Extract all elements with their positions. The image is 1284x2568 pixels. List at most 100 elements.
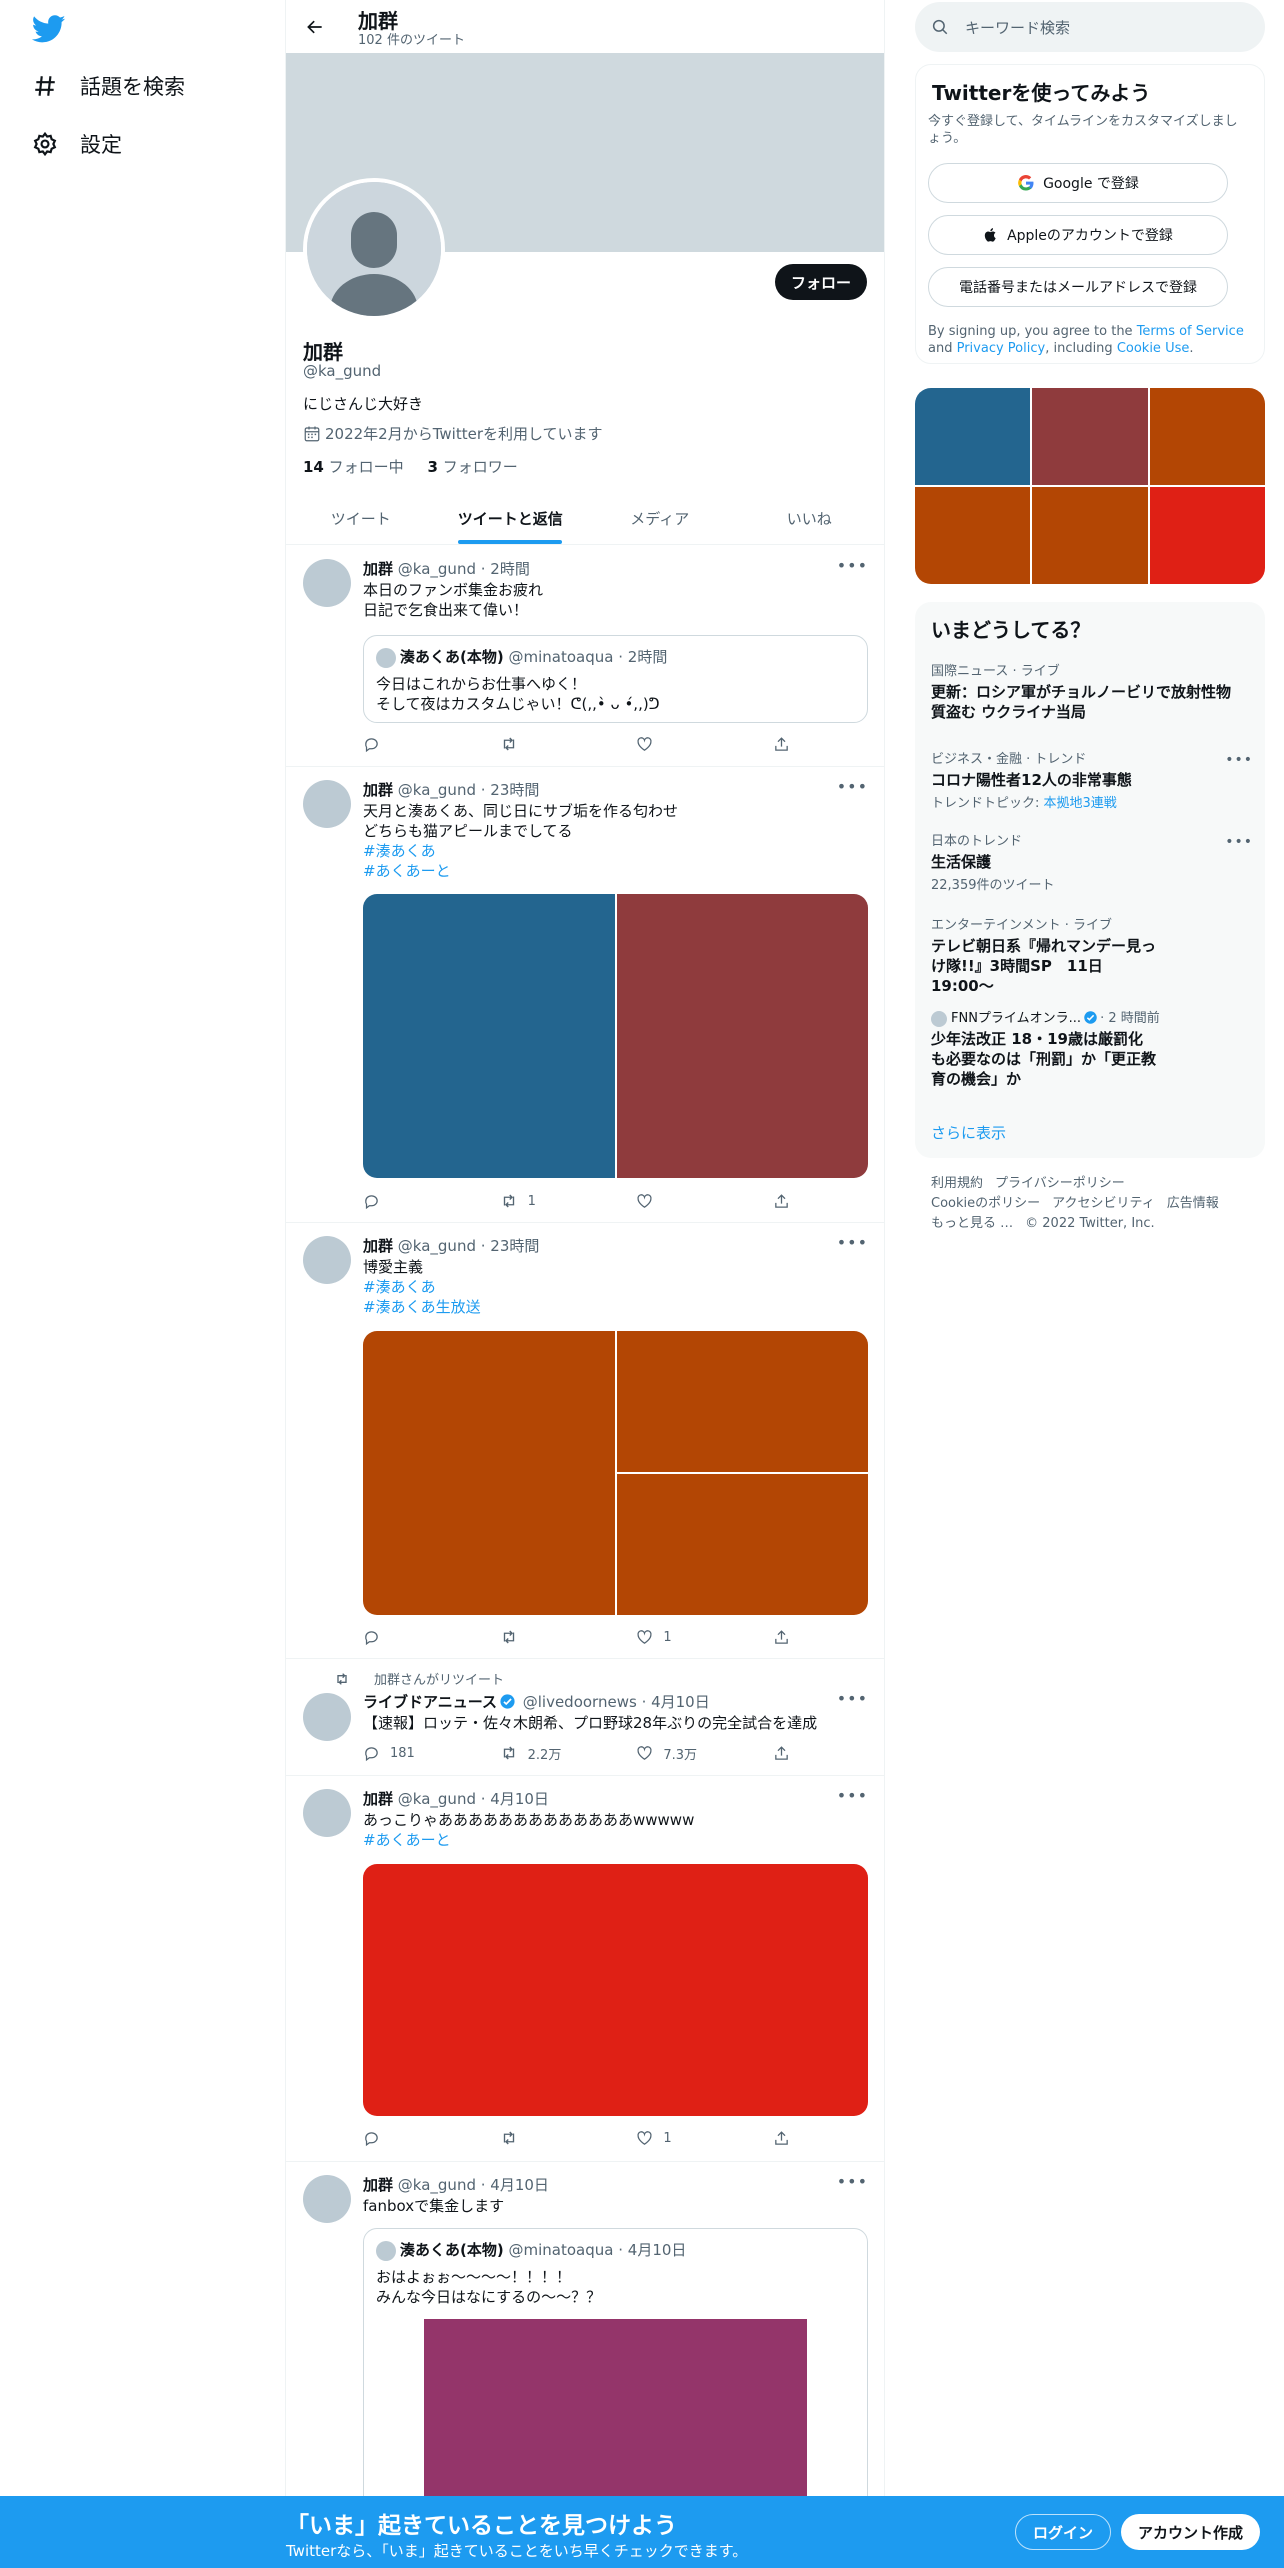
tweet-author[interactable]: ライブドアニュース	[363, 1693, 497, 1711]
retweet-button[interactable]: 2.2万	[500, 1743, 590, 1763]
tweet-media[interactable]	[363, 894, 868, 1178]
footer-link[interactable]: アクセシビリティ	[1052, 1196, 1155, 1211]
more-options-icon[interactable]: •••	[837, 1786, 868, 1805]
trend-item[interactable]: ビジネス・金融 · トレンド コロナ陽性者12人の非常事態 トレンドトピック: …	[931, 752, 1252, 811]
footer-link[interactable]: Cookieのポリシー	[931, 1196, 1040, 1211]
tweet[interactable]: 加群 @ka_gund · 4月10日 ••• あっこりゃあああああああああああ…	[286, 1776, 884, 2162]
trend-item[interactable]: 日本のトレンド 生活保護 22,359件のツイート •••	[931, 834, 1252, 893]
media-grid-image[interactable]	[1032, 487, 1148, 584]
reply-button[interactable]: 181	[363, 1743, 453, 1763]
show-more-link[interactable]: さらに表示	[931, 1122, 1006, 1143]
share-button[interactable]	[773, 1191, 793, 1211]
tweet-avatar[interactable]	[303, 1693, 351, 1741]
media-grid-image[interactable]	[1032, 388, 1148, 485]
footer-link[interactable]: 利用規約	[931, 1176, 983, 1191]
create-account-button[interactable]: アカウント作成	[1121, 2514, 1260, 2550]
terms-link[interactable]: Terms of Service	[1137, 324, 1244, 339]
like-button[interactable]: 1	[636, 2128, 726, 2148]
share-button[interactable]	[773, 1743, 793, 1763]
back-arrow-icon[interactable]	[300, 12, 330, 42]
tweet-avatar[interactable]	[303, 1236, 351, 1284]
media-grid-image[interactable]	[915, 388, 1031, 485]
tab-media[interactable]: メディア	[585, 492, 735, 544]
tweet-time[interactable]: · 4月10日	[642, 1693, 710, 1711]
tweet[interactable]: 加群 @ka_gund · 4月10日 ••• fanboxで集金します 湊あく…	[286, 2162, 884, 2518]
tweet[interactable]: 加群 @ka_gund · 23時間 ••• 天月と湊あくあ、同じ日にサブ垢を作…	[286, 767, 884, 1223]
google-signup-button[interactable]: Google で登録	[928, 163, 1228, 203]
more-options-icon[interactable]: •••	[837, 1233, 868, 1252]
more-options-icon[interactable]: •••	[837, 1689, 868, 1708]
privacy-link[interactable]: Privacy Policy	[957, 341, 1046, 356]
media-grid-image[interactable]	[915, 487, 1031, 584]
share-button[interactable]	[773, 734, 793, 754]
login-button[interactable]: ログイン	[1015, 2514, 1111, 2550]
tweet-time[interactable]: · 4月10日	[481, 2176, 549, 2194]
share-button[interactable]	[773, 1627, 793, 1647]
tweet-author[interactable]: 加群	[363, 1237, 393, 1255]
following-link[interactable]: 14 フォロー中	[303, 458, 404, 476]
like-button[interactable]	[636, 1191, 726, 1211]
tweet-avatar[interactable]	[303, 780, 351, 828]
tweet-time[interactable]: · 2時間	[481, 560, 530, 578]
footer-link[interactable]: もっと見る …	[931, 1216, 1013, 1231]
tab-likes[interactable]: いいね	[735, 492, 885, 544]
retweet-button[interactable]	[500, 734, 590, 754]
search-input[interactable]: キーワード検索	[965, 17, 1070, 38]
quote-tweet[interactable]: 湊あくあ(本物) @minatoaqua · 4月10日 おはよぉぉ〜〜〜〜！！…	[363, 2228, 868, 2518]
more-options-icon[interactable]: •••	[837, 556, 868, 575]
more-options-icon[interactable]: •••	[837, 2172, 868, 2191]
trend-item[interactable]: FNNプライムオンラ... · 2 時間前 少年法改正 18・19歳は厳罰化も必要…	[931, 1010, 1241, 1089]
cookie-link[interactable]: Cookie Use	[1117, 341, 1190, 356]
quote-media-image[interactable]	[424, 2319, 807, 2517]
tweet[interactable]: 加群 @ka_gund · 2時間 ••• 本日のファンボ集金お疲れ 日記で乞食…	[286, 546, 884, 767]
tweet[interactable]: 加群さんがリツイート ライブドアニュース @livedoornews · 4月1…	[286, 1659, 884, 1776]
hashtag-link[interactable]: #あくあーと	[363, 861, 868, 881]
trend-item[interactable]: 国際ニュース · ライブ 更新：ロシア軍がチョルノービリで放射性物質盗む ウクラ…	[931, 664, 1241, 722]
like-button[interactable]	[636, 734, 726, 754]
media-image[interactable]	[363, 1331, 615, 1615]
retweet-context-text[interactable]: 加群さんがリツイート	[374, 1669, 504, 1688]
share-button[interactable]	[773, 2128, 793, 2148]
reply-button[interactable]	[363, 734, 453, 754]
like-button[interactable]: 7.3万	[636, 1743, 726, 1763]
followers-link[interactable]: 3 フォロワー	[428, 458, 518, 476]
retweet-button[interactable]: 1	[500, 1191, 590, 1211]
tweet-avatar[interactable]	[303, 559, 351, 607]
tweet-author[interactable]: 加群	[363, 1790, 393, 1808]
tab-tweets-and-replies[interactable]: ツイートと返信	[436, 492, 586, 544]
footer-link[interactable]: 広告情報	[1167, 1196, 1219, 1211]
tweet-time[interactable]: · 23時間	[481, 1237, 540, 1255]
tab-tweets[interactable]: ツイート	[286, 492, 436, 544]
trend-meta-link[interactable]: 本拠地3連戦	[1044, 796, 1117, 811]
reply-button[interactable]	[363, 2128, 453, 2148]
tweet-author[interactable]: 加群	[363, 560, 393, 578]
profile-avatar[interactable]	[303, 178, 445, 320]
media-image[interactable]	[616, 1474, 868, 1615]
hashtag-link[interactable]: #湊あくあ生放送	[363, 1297, 868, 1317]
reply-button[interactable]	[363, 1191, 453, 1211]
tweet-time[interactable]: · 23時間	[481, 781, 540, 799]
like-button[interactable]: 1	[636, 1627, 726, 1647]
more-options-icon[interactable]: •••	[837, 777, 868, 796]
nav-explore[interactable]: 話題を検索	[30, 66, 185, 106]
media-image[interactable]	[363, 894, 615, 1178]
apple-signup-button[interactable]: Appleのアカウントで登録	[928, 215, 1228, 255]
twitter-logo-icon[interactable]	[31, 12, 66, 46]
tweet-time[interactable]: · 4月10日	[481, 1790, 549, 1808]
hashtag-link[interactable]: #湊あくあ	[363, 1277, 868, 1297]
tweet-media[interactable]	[363, 1331, 868, 1615]
phone-email-signup-button[interactable]: 電話番号またはメールアドレスで登録	[928, 267, 1228, 307]
media-image[interactable]	[363, 1864, 868, 2116]
tweet-media[interactable]	[363, 1864, 868, 2116]
media-grid-image[interactable]	[1149, 487, 1265, 584]
retweet-button[interactable]	[500, 2128, 590, 2148]
media-image[interactable]	[616, 1331, 868, 1472]
quote-tweet[interactable]: 湊あくあ(本物) @minatoaqua · 2時間 今日はこれからお仕事へゆく…	[363, 635, 868, 723]
trend-more-icon[interactable]: •••	[1225, 752, 1253, 768]
search-box[interactable]: キーワード検索	[915, 2, 1265, 52]
tweet-author[interactable]: 加群	[363, 2176, 393, 2194]
footer-link[interactable]: プライバシーポリシー	[995, 1176, 1125, 1191]
tweet-avatar[interactable]	[303, 2175, 351, 2223]
nav-settings[interactable]: 設定	[30, 124, 122, 164]
tweet[interactable]: 加群 @ka_gund · 23時間 ••• 博愛主義 #湊あくあ #湊あくあ生…	[286, 1223, 884, 1659]
